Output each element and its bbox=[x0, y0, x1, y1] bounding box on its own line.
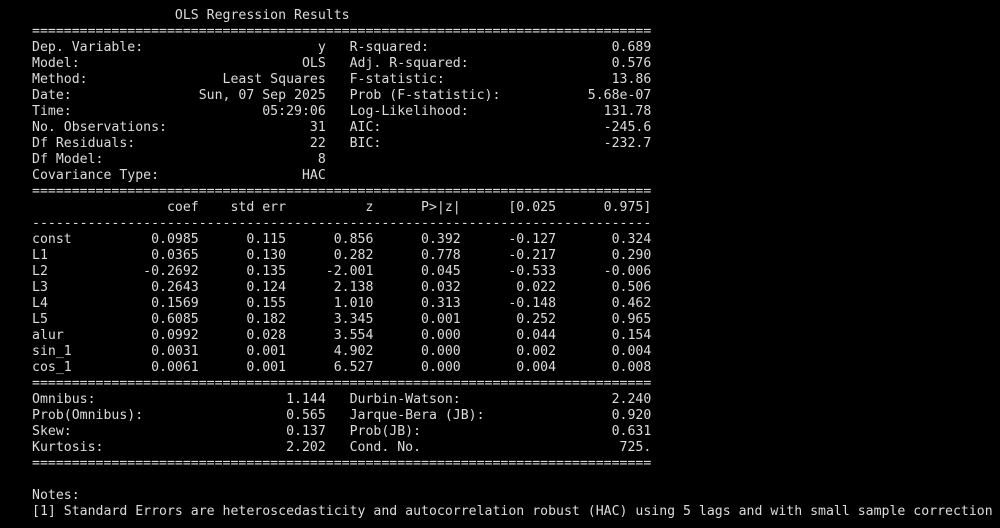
notes-heading: Notes: bbox=[32, 488, 80, 503]
header-row-date: Date: Sun, 07 Sep 2025 Prob (F-statistic… bbox=[32, 88, 652, 103]
separator-dash: ----------------------------------------… bbox=[32, 216, 652, 231]
diag-row-skew: Skew: 0.137 Prob(JB): 0.631 bbox=[32, 424, 652, 439]
summary-title: OLS Regression Results bbox=[32, 8, 572, 23]
coef-row-alur: alur 0.0992 0.028 3.554 0.000 0.044 0.15… bbox=[32, 328, 652, 343]
coef-row-l1: L1 0.0365 0.130 0.282 0.778 -0.217 0.290 bbox=[32, 248, 652, 263]
diag-row-kurtosis: Kurtosis: 2.202 Cond. No. 725. bbox=[32, 440, 652, 455]
header-row-df-model: Df Model: 8 bbox=[32, 152, 652, 167]
coef-row-l4: L4 0.1569 0.155 1.010 0.313 -0.148 0.462 bbox=[32, 296, 652, 311]
coef-row-l5: L5 0.6085 0.182 3.345 0.001 0.252 0.965 bbox=[32, 312, 652, 327]
coef-row-cos-1: cos_1 0.0061 0.001 6.527 0.000 0.004 0.0… bbox=[32, 360, 652, 375]
separator-bottom: ========================================… bbox=[32, 456, 652, 471]
separator-top: ========================================… bbox=[32, 24, 652, 39]
coef-row-l2: L2 -0.2692 0.135 -2.001 0.045 -0.533 -0.… bbox=[32, 264, 652, 279]
separator-diag-top: ========================================… bbox=[32, 376, 652, 391]
diag-row-prob-omnibus: Prob(Omnibus): 0.565 Jarque-Bera (JB): 0… bbox=[32, 408, 652, 423]
header-row-nobs: No. Observations: 31 AIC: -245.6 bbox=[32, 120, 652, 135]
coef-row-const: const 0.0985 0.115 0.856 0.392 -0.127 0.… bbox=[32, 232, 652, 247]
coef-row-sin-1: sin_1 0.0031 0.001 4.902 0.000 0.002 0.0… bbox=[32, 344, 652, 359]
terminal-output: OLS Regression Results =================… bbox=[0, 0, 1000, 528]
coef-row-l3: L3 0.2643 0.124 2.138 0.032 0.022 0.506 bbox=[32, 280, 652, 295]
separator-coef-top: ========================================… bbox=[32, 184, 652, 199]
header-row-dep-variable: Dep. Variable: y R-squared: 0.689 bbox=[32, 40, 652, 55]
header-row-method: Method: Least Squares F-statistic: 13.86 bbox=[32, 72, 652, 87]
header-row-df-residuals: Df Residuals: 22 BIC: -232.7 bbox=[32, 136, 652, 151]
header-row-covariance: Covariance Type: HAC bbox=[32, 168, 652, 183]
header-row-model: Model: OLS Adj. R-squared: 0.576 bbox=[32, 56, 652, 71]
diag-row-omnibus: Omnibus: 1.144 Durbin-Watson: 2.240 bbox=[32, 392, 652, 407]
header-row-time: Time: 05:29:06 Log-Likelihood: 131.78 bbox=[32, 104, 652, 119]
notes-text: [1] Standard Errors are heteroscedastici… bbox=[32, 504, 993, 519]
coef-table-header: coef std err z P>|z| [0.025 0.975] bbox=[32, 200, 652, 215]
